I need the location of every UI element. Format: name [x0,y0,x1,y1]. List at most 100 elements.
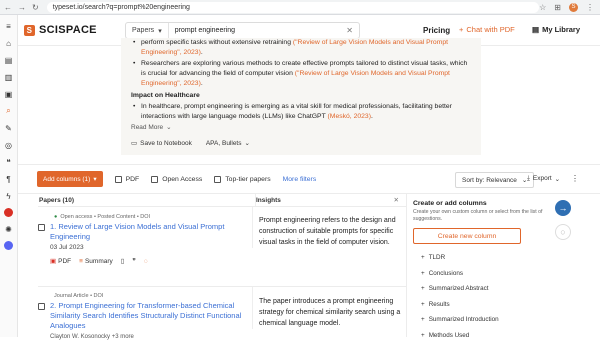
plus-icon: + [421,332,425,339]
more-filters-link[interactable]: More filters [283,176,317,183]
more-options-icon[interactable]: ⋮ [571,174,579,183]
checkbox-icon [214,176,221,183]
column-option[interactable]: +Results [421,297,543,313]
insights-column-header: Insights ✕ [255,194,405,206]
pdf-filter-checkbox[interactable]: PDF [115,176,140,183]
chevron-down-icon: ⌄ [245,139,250,149]
arrow-right-icon[interactable]: → [555,200,571,216]
download-icon: ⤓ [527,175,530,183]
create-new-column-button[interactable]: Create new column [413,228,521,244]
bookmark-icon[interactable]: ▯ [121,257,125,265]
panel-subtitle: Create your own custom column or select … [413,209,543,223]
chat-pdf-button[interactable]: + Chat with PDF [459,25,515,34]
home-icon[interactable]: ⌂ [4,38,14,48]
openai-icon[interactable]: ✺ [4,224,14,234]
library-book-icon: ▤ [532,25,539,34]
insight-cell: Prompt engineering refers to the design … [252,207,406,248]
chrome-extension-icon[interactable] [4,208,13,217]
answer-bullet: In healthcare, prompt engineering is eme… [131,102,471,122]
read-more-button[interactable]: Read More ⌄ [131,123,471,133]
insight-cell: The paper introduces a prompt engineerin… [252,287,406,329]
ai-answer-card: perform specific tasks without extensive… [121,38,481,155]
paper-actions: ▣ PDF ≡ Summary ▯ ❞ ◌ [50,257,252,265]
pricing-link[interactable]: Pricing [423,26,450,35]
papers-column-header: Papers (10) [39,194,249,206]
export-button[interactable]: ⤓ Export ⌄ [527,175,560,183]
answer-bullet: Researchers are exploring various method… [131,59,471,89]
notebook-icon: ▭ [131,139,137,149]
circle-icon[interactable]: ○ [555,224,571,240]
library-icon[interactable]: ▥ [4,72,14,82]
my-library-button[interactable]: ▤ My Library [532,25,580,34]
pdf-icon: ▣ [50,257,56,265]
close-column-icon[interactable]: ✕ [394,196,399,204]
plus-icon: + [421,285,425,292]
add-columns-button[interactable]: Add columns (1) ▾ [37,171,103,187]
menu-icon[interactable]: ≡ [4,21,14,31]
quote-icon[interactable]: ❝ [4,157,14,167]
paraphraser-icon[interactable]: ✎ [4,123,14,133]
paper-title-link[interactable]: 1. Review of Large Vision Models and Vis… [38,222,252,242]
logo[interactable]: S SCISPACE [24,24,97,36]
sort-select[interactable]: Sort by: Relevance ⌄ [455,172,534,188]
back-icon[interactable]: ← [4,3,12,12]
results-table: ● Open access • Posted Content • DOI 1. … [38,206,406,337]
citation-icon[interactable]: ¶ [4,174,14,184]
cite-icon[interactable]: ❞ [132,257,136,265]
avatar[interactable]: S [569,3,578,12]
row-checkbox[interactable] [38,303,45,310]
paper-title-link[interactable]: 2. Prompt Engineering for Transformer-ba… [38,301,252,331]
column-option[interactable]: +Summarized Abstract [421,281,543,297]
checkbox-icon [151,176,158,183]
search-scope-select[interactable]: Papers ▾ [126,23,169,38]
panel-title: Create or add columns [413,200,543,207]
extensions-icon[interactable]: ⊞ [554,3,561,12]
results-toolbar: Add columns (1) ▾ PDF Open Access Top-ti… [18,164,600,194]
save-notebook-button[interactable]: ▭ Save to Notebook [131,139,192,149]
summary-button[interactable]: ≡ Summary [79,258,113,265]
plus-icon: + [421,316,425,323]
discord-icon[interactable] [4,241,13,250]
pdf-button[interactable]: ▣ PDF [50,257,71,265]
ai-detector-icon[interactable]: ◎ [4,140,14,150]
search-bar[interactable]: Papers ▾ prompt engineering ✕ [125,22,360,39]
forward-icon[interactable]: → [18,3,26,12]
browser-menu-icon[interactable]: ⋮ [586,3,594,12]
open-access-filter-checkbox[interactable]: Open Access [151,176,202,183]
bookmark-star-icon[interactable]: ☆ [539,3,546,12]
paper-meta: ● Open access • Posted Content • DOI [54,214,252,220]
plus-icon: + [421,270,425,277]
citation-link[interactable]: (Meskó, 2023) [328,113,371,120]
left-sidebar: ≡ ⌂ ▤ ▥ ▣ ⌕ ✎ ◎ ❝ ¶ ϟ ✺ [0,15,18,337]
address-bar[interactable]: typeset.io/search?q=prompt%20engineering [47,2,539,13]
chevron-down-icon: ▾ [158,27,162,35]
paper-cell: ● Open access • Posted Content • DOI 1. … [38,207,252,265]
paper-authors: Clayton W. Kosonocky +3 more [50,334,252,340]
plus-icon: + [459,25,463,34]
flash-icon[interactable]: ϟ [4,191,14,201]
clear-search-icon[interactable]: ✕ [346,26,353,35]
citation-style-select[interactable]: APA, Bullets ⌄ [206,139,250,149]
chat-pdf-icon[interactable]: ▣ [4,89,14,99]
column-option[interactable]: +TLDR [421,250,543,266]
paper-meta: Journal Article • DOI [54,293,252,299]
chevron-down-icon: ⌄ [555,175,560,183]
search-input[interactable]: prompt engineering [169,27,347,34]
top-tier-filter-checkbox[interactable]: Top-tier papers [214,176,270,183]
summary-icon: ≡ [79,258,83,265]
chat-icon[interactable]: ◌ [144,258,148,265]
row-checkbox[interactable] [38,224,45,231]
plus-icon: + [421,254,425,261]
url-text: typeset.io/search?q=prompt%20engineering [53,4,190,11]
checkbox-icon [115,176,122,183]
answer-heading: Impact on Healthcare [131,91,471,101]
notebook-icon[interactable]: ▤ [4,55,14,65]
search-icon[interactable]: ⌕ [4,106,14,116]
column-option[interactable]: +Conclusions [421,266,543,282]
browser-nav: ← → ↻ [4,3,39,12]
reload-icon[interactable]: ↻ [32,3,39,12]
browser-bar: ← → ↻ typeset.io/search?q=prompt%20engin… [0,0,600,15]
paper-date: 03 Jul 2023 [50,244,252,251]
column-option[interactable]: +Summarized Introduction [421,312,543,328]
column-option[interactable]: +Methods Used [421,328,543,343]
